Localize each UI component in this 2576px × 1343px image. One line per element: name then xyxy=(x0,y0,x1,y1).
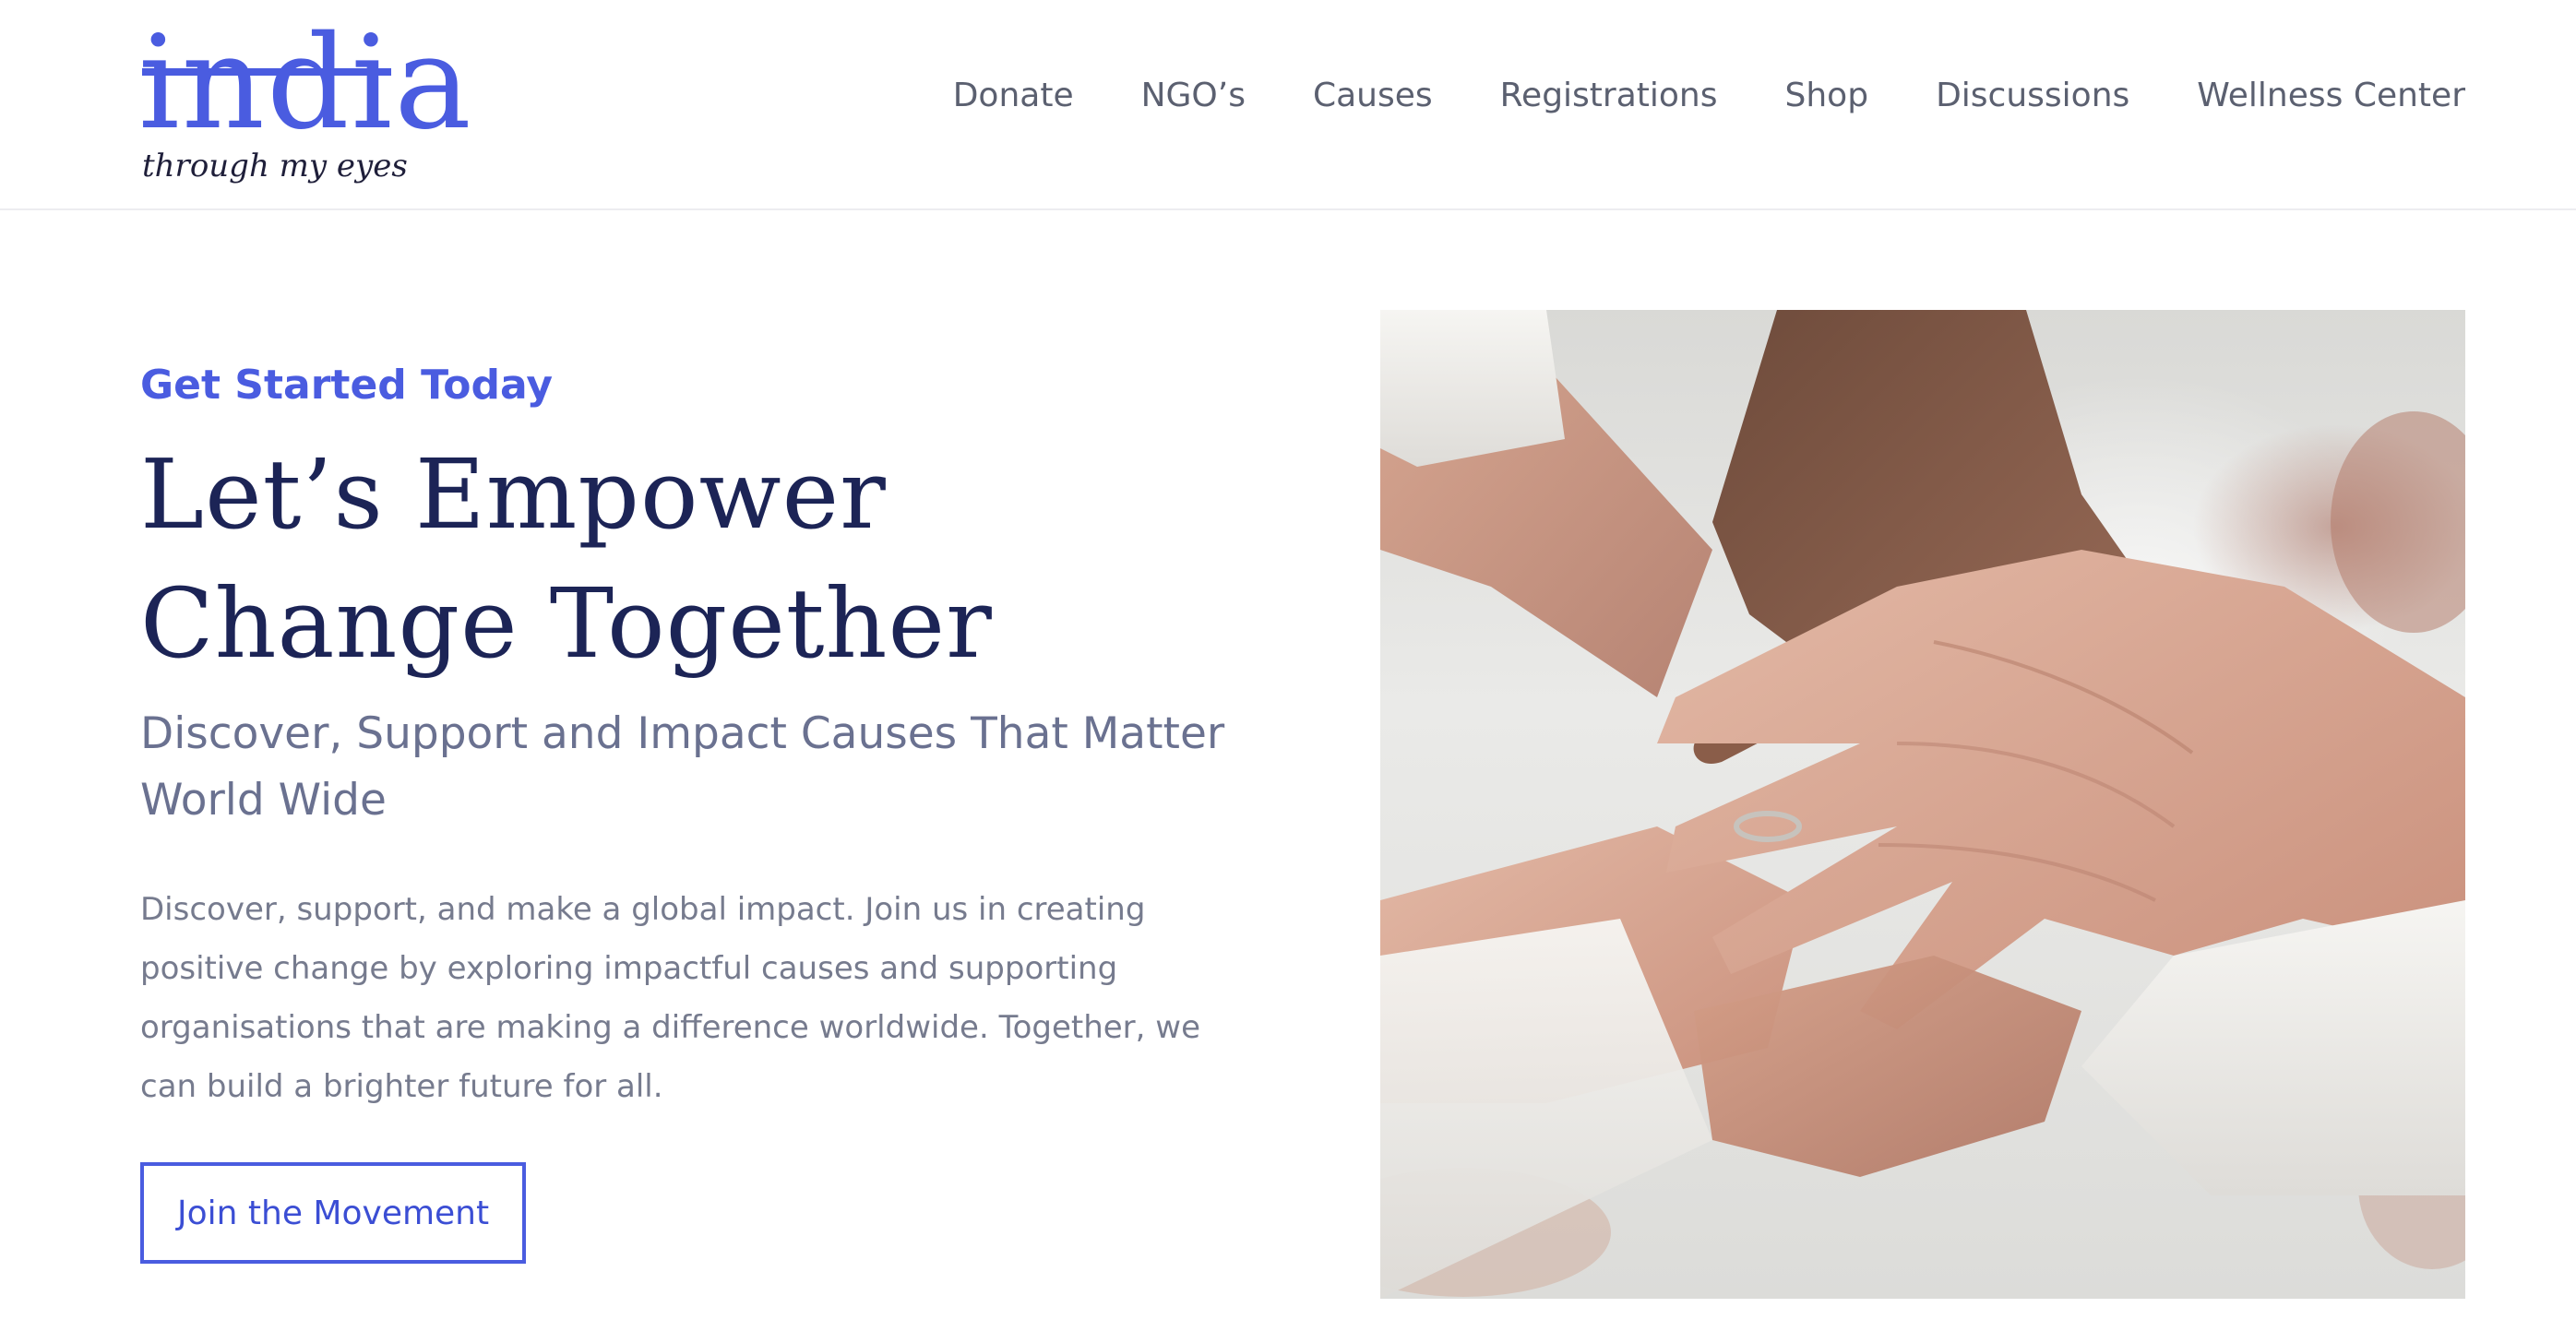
hero-headline: Let’s Empower Change Together xyxy=(140,430,1284,688)
logo-tagline: through my eyes xyxy=(142,148,408,184)
nav-donate[interactable]: Donate xyxy=(953,68,1074,124)
hero-headline-line-1: Let’s Empower xyxy=(140,438,887,551)
nav-ngos[interactable]: NGO’s xyxy=(1141,68,1246,124)
main-nav: Donate NGO’s Causes Registrations Shop D… xyxy=(953,68,2465,124)
hero-content: Get Started Today Let’s Empower Change T… xyxy=(140,360,1284,1264)
hero-headline-line-2: Change Together xyxy=(140,567,993,680)
join-movement-button[interactable]: Join the Movement xyxy=(140,1162,527,1264)
nav-registrations[interactable]: Registrations xyxy=(1500,68,1718,124)
nav-discussions[interactable]: Discussions xyxy=(1936,68,2129,124)
hero-body-text: Discover, support, and make a global imp… xyxy=(140,891,1200,1105)
logo-main-text: india xyxy=(138,8,473,159)
site-logo[interactable]: india through my eyes xyxy=(137,13,471,188)
site-header: india through my eyes Donate NGO’s Cause… xyxy=(0,0,2576,210)
hero-subheadline: Discover, Support and Impact Causes That… xyxy=(140,708,1225,826)
hands-illustration xyxy=(1380,310,2465,1299)
hero-eyebrow: Get Started Today xyxy=(140,362,554,409)
nav-causes[interactable]: Causes xyxy=(1313,68,1433,124)
hero-image-stacked-hands xyxy=(1380,310,2465,1299)
nav-shop[interactable]: Shop xyxy=(1785,68,1869,124)
nav-wellness-center[interactable]: Wellness Center xyxy=(2197,68,2465,124)
